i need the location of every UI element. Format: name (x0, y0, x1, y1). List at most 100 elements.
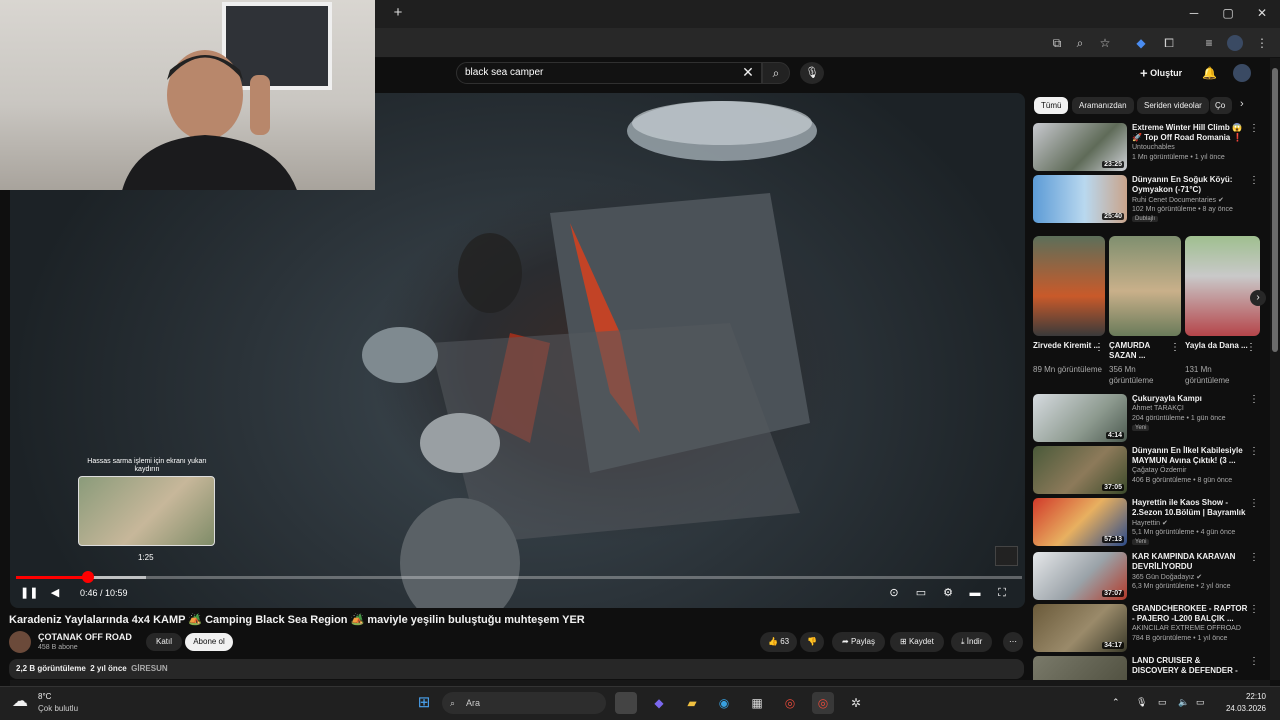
widgets-icon[interactable]: ◆ (648, 692, 670, 714)
app-icon[interactable]: ✲ (845, 692, 867, 714)
channel-name[interactable]: ÇOTANAK OFF ROAD (38, 632, 132, 642)
short-thumbnail[interactable] (1185, 236, 1260, 336)
short-title[interactable]: Zirvede Kiremit ... (1033, 341, 1103, 351)
channel-name[interactable]: 365 Gün Doğadayız ✔ (1132, 573, 1202, 581)
weather-cloud-icon[interactable]: ☁ (12, 691, 28, 711)
video-thumbnail[interactable]: 4:14 (1033, 394, 1127, 442)
weather-temp[interactable]: 8°C (38, 692, 51, 701)
chip-from-search[interactable]: Aramanızdan (1072, 97, 1134, 114)
short-thumbnail[interactable] (1109, 236, 1181, 336)
file-explorer-icon[interactable]: ▰ (681, 692, 703, 714)
scrubber-handle[interactable] (82, 571, 94, 583)
clock-date[interactable]: 24.03.2026 (1218, 704, 1266, 713)
settings-gear-icon[interactable]: ⚙ (940, 586, 956, 600)
edge-browser-icon[interactable]: ◉ (713, 692, 735, 714)
video-title[interactable]: Extreme Winter Hill Climb 😱🚀 Top Off Roa… (1132, 123, 1248, 143)
subtitles-icon[interactable]: ▭ (913, 586, 929, 600)
scrollbar-thumb[interactable] (1272, 68, 1278, 352)
minimize-button[interactable]: ─ (1184, 5, 1204, 21)
more-options-icon[interactable]: ⋮ (1249, 123, 1259, 134)
description-box[interactable]: 2,2 B görüntüleme 2 yıl önce GİRESUN (9, 659, 1024, 679)
weather-desc[interactable]: Çok bulutlu (38, 704, 78, 713)
notifications-bell-icon[interactable]: 🔔 (1202, 64, 1218, 82)
short-thumbnail[interactable] (1033, 236, 1105, 336)
short-title[interactable]: ÇAMURDA SAZAN ... (1109, 341, 1179, 361)
more-options-icon[interactable]: ⋮ (1170, 342, 1180, 353)
chrome-active-icon[interactable]: ◎ (812, 692, 834, 714)
channel-avatar[interactable] (9, 631, 31, 653)
more-options-icon[interactable]: ⋮ (1249, 394, 1259, 405)
channel-name[interactable]: Ahmet TARAKÇI (1132, 405, 1184, 412)
more-options-icon[interactable]: ⋮ (1249, 498, 1259, 509)
battery-icon[interactable]: ▭ (1196, 697, 1205, 708)
video-thumbnail[interactable]: 34:17 (1033, 604, 1127, 652)
video-title[interactable]: Dünyanın En İlkel Kabilesiyle MAYMUN Avı… (1132, 446, 1248, 466)
more-options-icon[interactable]: ⋮ (1249, 175, 1259, 186)
video-title[interactable]: Hayrettin ile Kaos Show - 2.Sezon 10.Böl… (1132, 498, 1248, 518)
bookmark-star-icon[interactable]: ☆ (1097, 35, 1113, 51)
fullscreen-icon[interactable]: ⛶ (994, 586, 1010, 600)
chevron-up-icon[interactable]: ⌃ (1112, 697, 1120, 708)
more-options-icon[interactable]: ⋮ (1249, 552, 1259, 563)
zoom-icon[interactable]: ⌕ (1072, 35, 1088, 51)
video-title[interactable]: Çukuryayla Kampı (1132, 394, 1248, 404)
extension-icon[interactable]: ◆ (1133, 35, 1149, 51)
microphone-icon[interactable]: 🎙 (800, 62, 824, 84)
microphone-tray-icon[interactable]: 🎙 (1136, 697, 1147, 708)
channel-name[interactable]: AKINCILAR EXTREME OFFROAD (1132, 625, 1241, 632)
channel-name[interactable]: Ruhi Cenet Documentaries ✔ (1132, 196, 1224, 204)
chip-all[interactable]: Tümü (1034, 97, 1069, 114)
speaker-icon[interactable]: 🔈 (1178, 697, 1189, 708)
channel-name[interactable]: Çağatay Özdemir (1132, 467, 1186, 474)
network-icon[interactable]: ▭ (1158, 697, 1167, 708)
taskbar-search[interactable]: ⌕ Ara (442, 692, 606, 714)
more-actions-icon[interactable]: ⋯ (1003, 632, 1023, 652)
list-item[interactable]: LAND CRUISER & DISCOVERY & DEFENDER - Ex… (1033, 656, 1263, 680)
store-icon[interactable]: ▦ (746, 692, 768, 714)
theater-mode-icon[interactable]: ▬ (967, 586, 983, 600)
clock-time[interactable]: 22:10 (1226, 692, 1266, 701)
browser-menu-icon[interactable]: ⋮ (1254, 35, 1270, 51)
chevron-right-icon[interactable]: › (1240, 98, 1244, 110)
video-title[interactable]: LAND CRUISER & DISCOVERY & DEFENDER - Ex… (1132, 656, 1248, 676)
join-button[interactable]: Katıl (146, 633, 182, 651)
more-options-icon[interactable]: ⋮ (1246, 342, 1256, 353)
list-item[interactable]: 25:40 Dünyanın En Soğuk Köyü: Oymyakon (… (1033, 175, 1263, 223)
volume-icon[interactable]: ◀ (47, 586, 63, 600)
video-thumbnail[interactable] (1033, 656, 1127, 680)
maximize-button[interactable]: ▢ (1218, 5, 1238, 21)
video-title[interactable]: GRANDCHEROKEE - RAPTOR - PAJERO -L200 BA… (1132, 604, 1248, 624)
video-thumbnail[interactable]: 37:05 (1033, 446, 1127, 494)
video-thumbnail[interactable]: 37:07 (1033, 552, 1127, 600)
shorts-next-icon[interactable]: › (1250, 290, 1266, 306)
account-avatar[interactable] (1233, 64, 1251, 82)
search-button[interactable]: ⌕ (762, 62, 790, 84)
progress-bar[interactable] (16, 576, 1022, 579)
video-title[interactable]: KAR KAMPINDA KARAVAN DEVRİLİYORDU (1132, 552, 1248, 572)
list-item[interactable]: 34:17 GRANDCHEROKEE - RAPTOR - PAJERO -L… (1033, 604, 1263, 652)
list-item[interactable]: 57:13 Hayrettin ile Kaos Show - 2.Sezon … (1033, 498, 1263, 546)
list-item[interactable]: 37:07 KAR KAMPINDA KARAVAN DEVRİLİYORDU … (1033, 552, 1263, 600)
short-title[interactable]: Yayla da Dana ... (1185, 341, 1255, 351)
video-thumbnail[interactable]: 23:25 (1033, 123, 1127, 171)
list-item[interactable]: 23:25 Extreme Winter Hill Climb 😱🚀 Top O… (1033, 123, 1263, 171)
more-options-icon[interactable]: ⋮ (1094, 342, 1104, 353)
subscribe-button[interactable]: Abone ol (185, 633, 233, 651)
close-window-button[interactable]: ✕ (1252, 5, 1272, 21)
video-title[interactable]: Dünyanın En Soğuk Köyü: Oymyakon (-71°C) (1132, 175, 1248, 195)
new-tab-button[interactable]: + (390, 5, 406, 21)
list-item[interactable]: 4:14 Çukuryayla Kampı Ahmet TARAKÇI 204 … (1033, 394, 1263, 442)
channel-name[interactable]: Hayrettin ✔ (1132, 519, 1168, 527)
profile-avatar[interactable] (1227, 35, 1243, 51)
more-options-icon[interactable]: ⋮ (1249, 656, 1259, 667)
like-button[interactable]: 👍 63 (760, 632, 798, 652)
chrome-icon[interactable]: ◎ (779, 692, 801, 714)
chip-more[interactable]: Ço (1210, 97, 1232, 114)
extensions-puzzle-icon[interactable]: ⧠ (1161, 35, 1177, 51)
search-input[interactable]: black sea camper (456, 62, 762, 84)
video-thumbnail[interactable]: 57:13 (1033, 498, 1127, 546)
start-windows-icon[interactable]: ⊞ (413, 692, 435, 714)
create-button[interactable]: + Oluştur (1140, 64, 1192, 82)
location-tag[interactable]: GİRESUN (131, 664, 167, 673)
channel-name[interactable]: Untouchables (1132, 144, 1175, 151)
